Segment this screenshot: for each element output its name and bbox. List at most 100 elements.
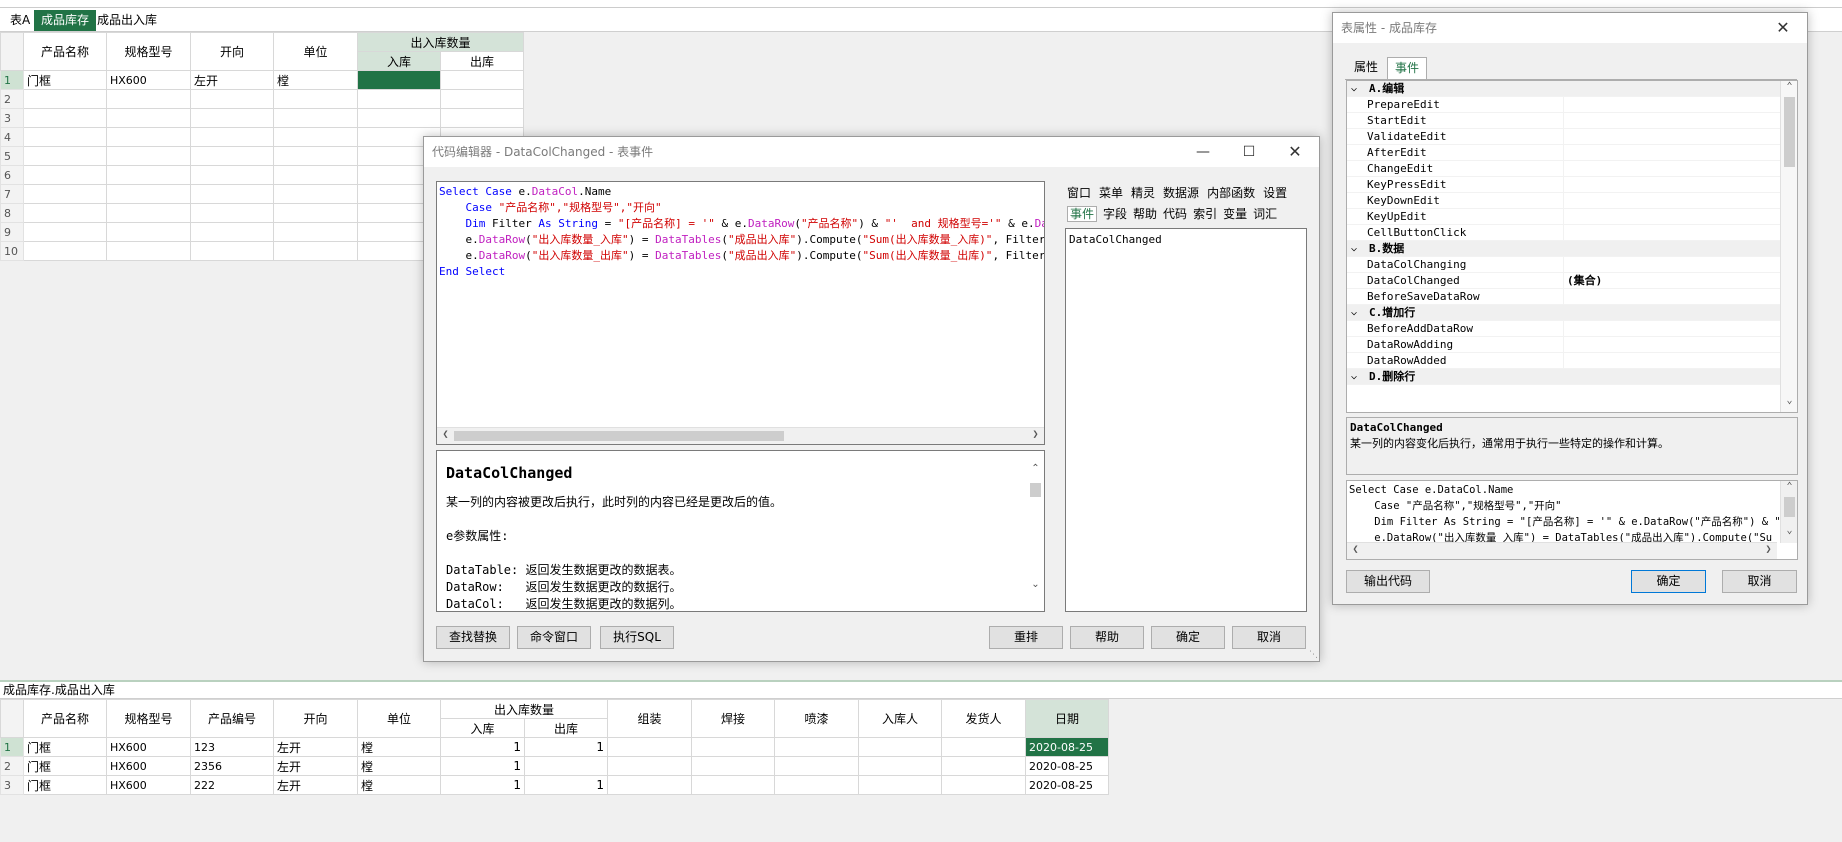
property-row[interactable]: BeforeSaveDataRow xyxy=(1347,289,1797,305)
property-value[interactable] xyxy=(1563,113,1763,129)
grid-cell[interactable] xyxy=(357,89,441,109)
property-value[interactable] xyxy=(1563,321,1763,337)
property-value[interactable]: (集合) xyxy=(1563,273,1763,289)
column-header-out[interactable]: 出库 xyxy=(439,51,525,71)
property-value[interactable] xyxy=(1563,209,1763,225)
grid-cell[interactable]: 123 xyxy=(190,737,274,757)
helper-tab[interactable]: 变量 xyxy=(1223,207,1247,221)
grid-cell[interactable] xyxy=(523,756,609,776)
ok-button[interactable]: 确定 xyxy=(1631,570,1706,593)
grid-cell[interactable] xyxy=(273,241,358,261)
column-header[interactable]: 产品名称 xyxy=(23,699,107,738)
grid-cell[interactable] xyxy=(23,127,107,147)
grid-cell[interactable]: 1 xyxy=(523,737,609,757)
grid-cell[interactable] xyxy=(190,127,274,147)
scroll-up-icon[interactable]: ⌃ xyxy=(1027,463,1044,474)
ok-button[interactable]: 确定 xyxy=(1151,626,1225,649)
grid-cell[interactable] xyxy=(607,756,693,776)
grid-cell[interactable]: 2020-08-25 xyxy=(1025,756,1110,776)
column-header[interactable]: 喷漆 xyxy=(774,699,860,738)
property-row[interactable]: DataColChanged (集合) xyxy=(1347,273,1797,289)
grid-cell[interactable] xyxy=(190,89,274,109)
row-number[interactable]: 1 xyxy=(0,70,24,90)
grid-cell[interactable] xyxy=(273,222,358,242)
property-value[interactable] xyxy=(1563,97,1763,113)
tab-chengpin-churuku[interactable]: 成品出入库 xyxy=(90,10,164,31)
property-row[interactable]: BeforeAddDataRow xyxy=(1347,321,1797,337)
grid-cell[interactable] xyxy=(190,184,274,204)
row-number[interactable]: 10 xyxy=(0,241,24,261)
column-header[interactable]: 焊接 xyxy=(691,699,776,738)
code-preview[interactable]: Select Case e.DataCol.Name Case "产品名称","… xyxy=(1346,480,1798,560)
grid-cell[interactable]: 樘 xyxy=(357,737,441,757)
grid-cell[interactable]: 樘 xyxy=(357,775,441,795)
grid-cell[interactable] xyxy=(858,775,943,795)
grid-cell[interactable] xyxy=(273,127,358,147)
column-header-in[interactable]: 入库 xyxy=(440,718,525,738)
grid-cell[interactable] xyxy=(23,146,107,166)
doc-vertical-scrollbar[interactable]: ⌃ ⌄ xyxy=(1027,451,1044,611)
grid-cell[interactable] xyxy=(190,203,274,223)
helper-tab[interactable]: 索引 xyxy=(1193,207,1217,221)
table-row[interactable]: 1 门框 HX600 左开樘 xyxy=(0,70,525,90)
property-value[interactable] xyxy=(1563,337,1763,353)
table-row[interactable]: 2 xyxy=(0,89,525,109)
property-grid[interactable]: ⌵ A.编辑 PrepareEdit StartEdit ValidateEdit Aft… xyxy=(1346,80,1798,413)
row-number[interactable]: 7 xyxy=(0,184,24,204)
property-row[interactable]: KeyUpEdit xyxy=(1347,209,1797,225)
chevron-down-icon[interactable]: ⌵ xyxy=(1351,241,1357,257)
grid-cell[interactable]: 樘 xyxy=(273,70,358,90)
grid-cell[interactable] xyxy=(23,241,107,261)
grid-cell[interactable] xyxy=(439,108,525,128)
grid-cell[interactable]: 门框 xyxy=(23,756,107,776)
grid-corner[interactable] xyxy=(0,699,24,738)
grid-corner[interactable] xyxy=(0,32,24,71)
grid-cell[interactable] xyxy=(941,737,1027,757)
grid-cell[interactable] xyxy=(439,70,525,90)
grid-cell[interactable] xyxy=(273,146,358,166)
property-row[interactable]: DataRowAdding xyxy=(1347,337,1797,353)
grid-cell[interactable]: 门框 xyxy=(23,737,107,757)
tab-chengpin-kucun[interactable]: 成品库存 xyxy=(34,10,97,31)
property-row[interactable]: KeyDownEdit xyxy=(1347,193,1797,209)
helper-tab[interactable]: 词汇 xyxy=(1253,207,1277,221)
grid-cell[interactable] xyxy=(23,89,107,109)
scroll-left-icon[interactable]: ❮ xyxy=(437,429,454,440)
command-window-button[interactable]: 命令窗口 xyxy=(517,626,591,649)
tab-properties[interactable]: 属性 xyxy=(1347,57,1385,79)
property-category[interactable]: ⌵ D.删除行 xyxy=(1347,369,1797,385)
grid-cell[interactable]: 1 xyxy=(440,756,525,776)
maximize-icon[interactable]: ☐ xyxy=(1227,137,1271,167)
grid-cell[interactable]: 222 xyxy=(190,775,274,795)
property-category[interactable]: ⌵ A.编辑 xyxy=(1347,81,1797,97)
property-row[interactable]: ChangeEdit xyxy=(1347,161,1797,177)
grid-cell[interactable]: 门框 xyxy=(23,70,107,90)
scroll-thumb[interactable] xyxy=(1030,483,1041,497)
grid-cell[interactable]: HX600 xyxy=(106,756,191,776)
grid-cell[interactable] xyxy=(774,775,860,795)
grid-cell[interactable]: 左开 xyxy=(190,70,274,90)
grid-cell[interactable] xyxy=(106,127,191,147)
row-number[interactable]: 3 xyxy=(0,108,24,128)
grid-cell[interactable]: 樘 xyxy=(357,756,441,776)
grid-cell[interactable] xyxy=(23,222,107,242)
column-header[interactable]: 规格型号 xyxy=(106,699,191,738)
column-header[interactable]: 单位 xyxy=(273,32,358,71)
preview-horizontal-scrollbar[interactable]: ❮ ❯ xyxy=(1347,542,1777,559)
property-category[interactable]: ⌵ C.增加行 xyxy=(1347,305,1797,321)
resize-grip-icon[interactable]: ⋱ xyxy=(1309,650,1318,660)
grid-cell[interactable] xyxy=(23,165,107,185)
grid-cell[interactable] xyxy=(190,146,274,166)
property-row[interactable]: StartEdit xyxy=(1347,113,1797,129)
grid-cell[interactable]: 左开 xyxy=(273,737,358,757)
cancel-button[interactable]: 取消 xyxy=(1722,570,1797,593)
row-number[interactable]: 2 xyxy=(0,89,24,109)
property-value[interactable] xyxy=(1563,193,1763,209)
property-value[interactable] xyxy=(1563,225,1763,241)
grid-cell[interactable] xyxy=(607,737,693,757)
property-value[interactable] xyxy=(1563,161,1763,177)
property-row[interactable]: AfterEdit xyxy=(1347,145,1797,161)
grid-cell[interactable] xyxy=(858,756,943,776)
property-value[interactable] xyxy=(1563,177,1763,193)
bottom-data-grid[interactable]: 产品名称 规格型号 产品编号 开向 单位 出入库数量 组装 焊接 喷漆 入库人 … xyxy=(0,699,1110,795)
